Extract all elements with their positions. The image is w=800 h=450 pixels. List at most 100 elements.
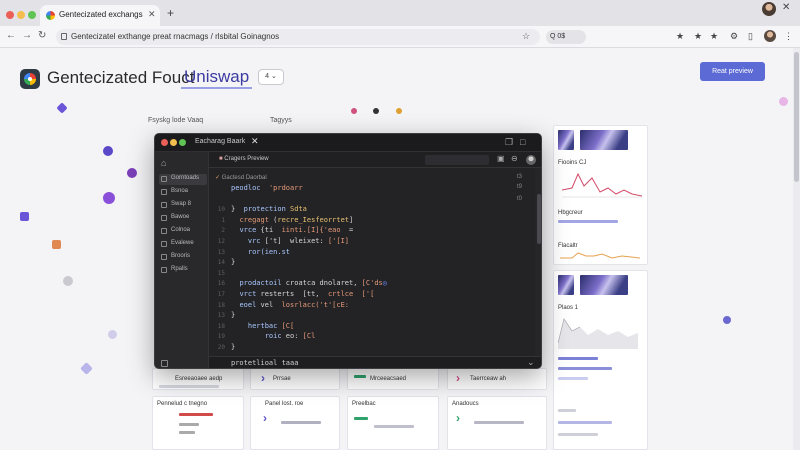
sidebar-icon[interactable]: ▯	[748, 31, 753, 42]
code-token: }	[231, 258, 236, 267]
chevron-down-icon[interactable]: ⌄	[527, 357, 535, 368]
copy-icon[interactable]: ❐	[505, 137, 513, 148]
version-select[interactable]: 4 ⌄	[258, 69, 284, 85]
toolbar-avatar[interactable]	[764, 30, 776, 42]
code-line[interactable]: 20}	[209, 343, 535, 355]
pane-avatar[interactable]	[526, 155, 536, 165]
address-bar[interactable]: Gentecizatel exthange preat rnacmags / r…	[56, 29, 540, 45]
row-card-3-label: Mrceeacsaed	[370, 376, 407, 382]
code-token: peodloc	[231, 184, 269, 192]
editor-close-dot[interactable]	[161, 139, 168, 146]
chevron-icon: ›	[261, 371, 265, 385]
side-nav-label: Colnoa	[171, 227, 191, 233]
trash-icon[interactable]: ▣	[497, 154, 505, 163]
token-icon-dark	[373, 108, 379, 114]
side-nav-item[interactable]: Evalewe	[159, 239, 207, 250]
pane-tab-preview[interactable]: ■ Cragers Preview	[219, 156, 269, 162]
reload-icon[interactable]: ↻	[38, 30, 46, 41]
star-filled-icon[interactable]: ★	[694, 31, 702, 42]
row-card-2-label: Prrsae	[273, 376, 291, 382]
side-nav-item[interactable]: Bsnoa	[159, 187, 207, 198]
star-outline-icon[interactable]: ★	[710, 31, 718, 42]
nav-home-icon[interactable]: ⌂	[161, 158, 166, 168]
window-minimize-dot[interactable]	[17, 11, 25, 19]
window-close-icon[interactable]: ✕	[782, 2, 790, 13]
panel-toggle-icon[interactable]	[161, 360, 168, 367]
editor-scrollbar-thumb[interactable]	[537, 194, 541, 244]
settings-icon[interactable]: ⊖	[511, 154, 518, 163]
code-editor[interactable]: peodloc 'prdoarr 10} protection Sdta 1 cre…	[209, 184, 535, 354]
code-token: }	[231, 311, 236, 320]
search-pill[interactable]: Q 0$	[546, 30, 586, 44]
code-text: cregagt (recre_Iesfeorrtet]	[231, 216, 353, 224]
row2-card-3[interactable]: Preelbac	[347, 396, 439, 450]
row2-card-2[interactable]: Panel lost. roe ›	[250, 396, 340, 450]
right-panel-card-b[interactable]: Plaos 1	[553, 270, 648, 450]
code-text: }	[231, 258, 235, 266]
side-nav-item[interactable]: Brooris	[159, 252, 207, 263]
row2-card-1[interactable]: Pennelud c tnegno	[152, 396, 244, 450]
tab-favicon-icon	[46, 11, 55, 20]
window-box-icon[interactable]: □	[520, 137, 525, 147]
row2-bar-gray	[179, 423, 199, 426]
code-token: 'prdoarr	[268, 184, 303, 192]
window-close-dot[interactable]	[6, 11, 14, 19]
code-token: protection	[243, 205, 291, 214]
chevron-icon: ›	[456, 371, 460, 385]
side-nav-item[interactable]: Rpalls	[159, 265, 207, 276]
code-token: cregagt	[239, 215, 269, 224]
page-title: Gentecizated Fouct	[47, 68, 195, 87]
line-number: 18	[217, 322, 225, 330]
line-number: 13	[217, 312, 225, 320]
side-nav-item[interactable]: Gorntoads	[159, 174, 207, 185]
new-tab-button[interactable]: +	[167, 6, 174, 20]
editor-minimize-dot[interactable]	[170, 139, 177, 146]
section-label-left: Fsyskg lode Vaaq	[148, 117, 204, 124]
row-card-2[interactable]: › Prrsae	[250, 368, 340, 390]
bookmark-star-icon[interactable]: ☆	[522, 31, 530, 42]
profile-avatar[interactable]	[762, 2, 776, 16]
row2-card-3-bar-2	[374, 425, 414, 428]
code-token: roic	[264, 332, 282, 341]
brand-chip[interactable]: Uniswap	[181, 67, 253, 89]
menu-icon[interactable]: ⋮	[784, 31, 793, 42]
browser-tab[interactable]: Gentecizated exchangs ✕	[40, 5, 160, 26]
code-token: =	[340, 226, 354, 235]
side-nav-item[interactable]: Swap 8	[159, 200, 207, 211]
row2-bar-gray-2	[179, 431, 195, 434]
side-nav-item[interactable]: Colnoa	[159, 226, 207, 237]
row2-card-4[interactable]: Anadoucs ›	[447, 396, 547, 450]
window-zoom-dot[interactable]	[28, 11, 36, 19]
page-scrollbar-thumb[interactable]	[794, 52, 799, 182]
forward-arrow-icon[interactable]: →	[22, 30, 32, 41]
line-number: 19	[217, 333, 225, 341]
editor-side-nav: ⌂ Gorntoads Bsnoa Swap 8 Bawoe Colnoa Evalewe…	[155, 152, 209, 368]
code-token: losrlacc('t'[cE:	[281, 300, 350, 309]
row-card-4[interactable]: › Taerrceaw ah	[447, 368, 547, 390]
side-nav-label: Evalewe	[171, 240, 194, 246]
row-card-1[interactable]: Esreeaoaee aedp	[152, 368, 244, 390]
card-thumbnail-wide	[580, 275, 628, 295]
tab-close-icon[interactable]: ✕	[148, 9, 156, 20]
side-nav-label: Rpalls	[171, 266, 188, 272]
gear-icon[interactable]: ⚙	[730, 31, 738, 42]
side-nav-item[interactable]: Bawoe	[159, 213, 207, 224]
line-number: 20	[217, 344, 225, 351]
card-b-sparkline	[560, 252, 640, 259]
right-marker: t3	[517, 174, 523, 180]
editor-zoom-dot[interactable]	[179, 139, 186, 146]
editor-tab-close-icon[interactable]: ✕	[251, 136, 259, 147]
pencil-icon	[108, 330, 117, 339]
right-panel-card-a[interactable]: Fiooins CJ Hbgcreur Flacaltr	[553, 125, 648, 265]
side-nav-icon	[161, 241, 167, 247]
star-icon[interactable]: ★	[676, 31, 684, 42]
code-token: croatca dnolaret,	[281, 279, 362, 288]
code-token: }	[231, 343, 236, 351]
row-card-3[interactable]: Mrceeacsaed	[347, 368, 439, 390]
pane-search-input[interactable]	[425, 155, 489, 165]
back-arrow-icon[interactable]: ←	[6, 30, 16, 41]
card-c-bar-5	[558, 421, 612, 424]
primary-preview-button[interactable]: Reat preview	[700, 62, 765, 81]
cube-icon	[52, 240, 61, 249]
